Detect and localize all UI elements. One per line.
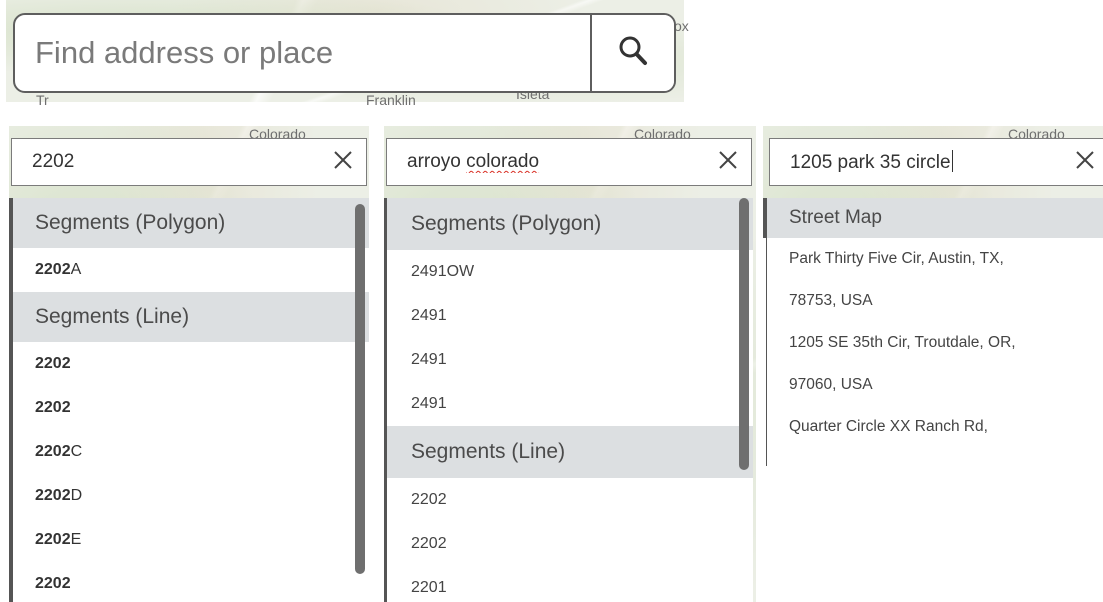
list-item[interactable]: 2491 [387, 294, 753, 338]
search-field[interactable]: arroyo colorado [386, 138, 752, 186]
list-item[interactable]: 2202E [13, 518, 369, 562]
list-item[interactable]: 2202D [13, 474, 369, 518]
group-header: Segments (Polygon) [387, 198, 753, 250]
list-item[interactable]: Park Thirty Five Cir, Austin, TX, [763, 238, 1103, 280]
suggestion-list[interactable]: Segments (Polygon) 2202A Segments (Line)… [9, 198, 369, 602]
search-input[interactable]: 1205 park 35 circle [770, 150, 1062, 174]
clear-button[interactable] [1062, 139, 1103, 185]
close-icon [333, 150, 353, 175]
list-border [766, 198, 767, 466]
list-item[interactable]: 2201 [387, 566, 753, 602]
search-panel-1: Colorado 2202 Segments (Polygon) 2202A S… [9, 126, 369, 602]
list-item[interactable]: Quarter Circle XX Ranch Rd, [763, 406, 1103, 448]
suggestion-list[interactable]: Street Map Park Thirty Five Cir, Austin,… [763, 198, 1103, 602]
misspelled-word: colorado [466, 151, 540, 172]
group-header: Segments (Line) [13, 292, 369, 342]
map-label: Tr [36, 92, 49, 108]
address-search-box [13, 13, 676, 93]
list-item[interactable]: 2202 [13, 386, 369, 430]
group-header: Segments (Line) [387, 426, 753, 478]
list-border [763, 198, 767, 238]
clear-button[interactable] [705, 139, 751, 185]
list-item[interactable]: 2202A [13, 248, 369, 292]
list-item[interactable]: 97060, USA [763, 364, 1103, 406]
list-item[interactable]: 2202C [13, 430, 369, 474]
search-input[interactable]: arroyo colorado [387, 151, 705, 173]
list-item[interactable]: 2491 [387, 382, 753, 426]
address-search-input[interactable] [15, 15, 590, 91]
list-item[interactable]: 2202 [387, 478, 753, 522]
list-item[interactable]: 2491 [387, 338, 753, 382]
search-panel-3: Colorado 1205 park 35 circle Street Map … [763, 126, 1103, 602]
text-caret [951, 150, 953, 172]
suggestion-list[interactable]: Segments (Polygon) 2491OW 2491 2491 2491… [384, 198, 753, 602]
clear-button[interactable] [320, 139, 366, 185]
list-item[interactable]: 78753, USA [763, 280, 1103, 322]
map-label: ox [674, 18, 689, 34]
search-icon [618, 35, 648, 72]
group-header: Street Map [763, 198, 1103, 238]
list-item[interactable]: 2202 [13, 342, 369, 386]
list-item[interactable]: 2202 [387, 522, 753, 566]
list-item[interactable]: 2202 [13, 562, 369, 602]
scrollbar[interactable] [355, 204, 365, 574]
scrollbar[interactable] [739, 198, 749, 470]
search-panel-2: Colorado arroyo colorado Segments (Polyg… [384, 126, 756, 602]
search-button[interactable] [590, 15, 674, 91]
search-field[interactable]: 2202 [11, 138, 367, 186]
close-icon [1075, 150, 1095, 175]
map-label: Franklin [366, 92, 416, 108]
close-icon [718, 150, 738, 175]
search-field[interactable]: 1205 park 35 circle [769, 138, 1103, 186]
group-header: Segments (Polygon) [13, 198, 369, 248]
list-item[interactable]: 2491OW [387, 250, 753, 294]
list-item[interactable]: 1205 SE 35th Cir, Troutdale, OR, [763, 322, 1103, 364]
search-input[interactable]: 2202 [12, 151, 320, 173]
